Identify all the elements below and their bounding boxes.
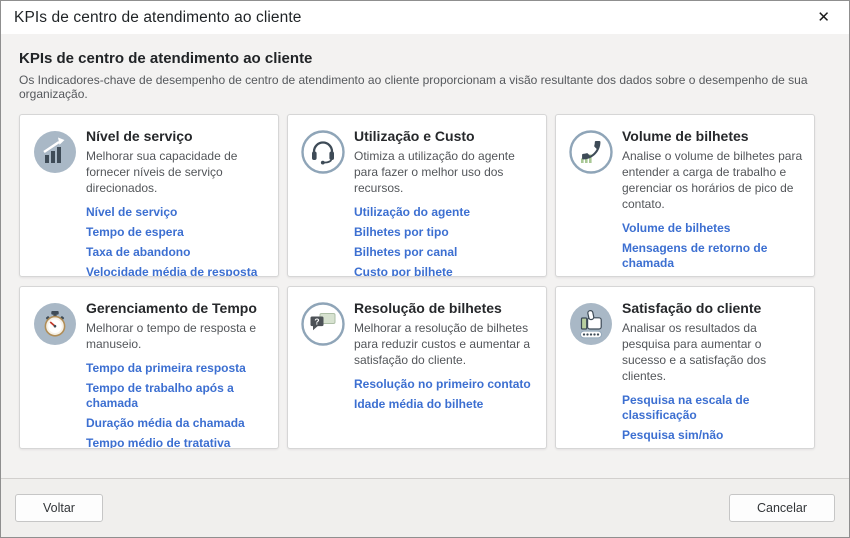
kpi-link[interactable]: Bilhetes por canal: [354, 245, 536, 260]
chat-question-icon: ?: [301, 302, 345, 346]
kpi-link[interactable]: Pesquisa de múltipla escolha: [622, 448, 804, 449]
kpi-link[interactable]: Custo por bilhete: [354, 265, 536, 277]
kpi-link[interactable]: Pesquisa sim/não: [622, 428, 804, 443]
kpi-card-ticket-resolution: ? Resolução de bilhetes Melhorar a resol…: [287, 286, 547, 449]
stopwatch-icon: [33, 302, 77, 346]
card-title: Nível de serviço: [86, 128, 268, 144]
kpi-card-utilization-cost: Utilização e Custo Otimiza a utilização …: [287, 114, 547, 277]
card-description: Melhorar a resolução de bilhetes para re…: [354, 320, 536, 368]
close-icon[interactable]: ✕: [811, 8, 836, 27]
kpi-card-service-level: Nível de serviço Melhorar sua capacidade…: [19, 114, 279, 277]
kpi-link[interactable]: Mensagens de retorno de chamada: [622, 241, 804, 271]
kpi-card-grid: Nível de serviço Melhorar sua capacidade…: [19, 114, 831, 449]
dialog-footer: Voltar Cancelar: [1, 478, 849, 537]
kpi-dialog: KPIs de centro de atendimento ao cliente…: [0, 0, 850, 538]
bar-chart-trend-icon: [33, 130, 77, 174]
kpi-link[interactable]: Utilização do agente: [354, 205, 536, 220]
card-title: Resolução de bilhetes: [354, 300, 536, 316]
phone-volume-icon: [569, 130, 613, 174]
card-title: Gerenciamento de Tempo: [86, 300, 268, 316]
kpi-card-customer-satisfaction: Satisfação do cliente Analisar os result…: [555, 286, 815, 449]
kpi-link[interactable]: Tempo de trabalho após a chamada: [86, 381, 268, 411]
kpi-link[interactable]: Resolução no primeiro contato: [354, 377, 536, 392]
card-description: Analise o volume de bilhetes para entend…: [622, 148, 804, 212]
kpi-link[interactable]: Tráfego de horário de pico: [622, 276, 804, 277]
kpi-link[interactable]: Tempo médio de tratativa: [86, 436, 268, 449]
card-title: Utilização e Custo: [354, 128, 536, 144]
dialog-content: KPIs de centro de atendimento ao cliente…: [1, 34, 849, 478]
kpi-link[interactable]: Idade média do bilhete: [354, 397, 536, 412]
kpi-link[interactable]: Nível de serviço: [86, 205, 268, 220]
dialog-titlebar: KPIs de centro de atendimento ao cliente…: [1, 1, 849, 34]
card-description: Analisar os resultados da pesquisa para …: [622, 320, 804, 384]
thumbs-up-rating-icon: [569, 302, 613, 346]
kpi-link[interactable]: Pesquisa na escala de classificação: [622, 393, 804, 423]
svg-text:?: ?: [314, 316, 319, 326]
kpi-link[interactable]: Velocidade média de resposta: [86, 265, 268, 277]
back-button[interactable]: Voltar: [15, 494, 103, 522]
headset-icon: [301, 130, 345, 174]
page-title: KPIs de centro de atendimento ao cliente: [19, 50, 831, 67]
kpi-link[interactable]: Tempo de espera: [86, 225, 268, 240]
cancel-button[interactable]: Cancelar: [729, 494, 835, 522]
kpi-card-ticket-volume: Volume de bilhetes Analise o volume de b…: [555, 114, 815, 277]
dialog-title: KPIs de centro de atendimento ao cliente: [14, 9, 302, 27]
kpi-link[interactable]: Taxa de abandono: [86, 245, 268, 260]
card-title: Volume de bilhetes: [622, 128, 804, 144]
card-description: Melhorar sua capacidade de fornecer níve…: [86, 148, 268, 196]
kpi-link[interactable]: Duração média da chamada: [86, 416, 268, 431]
kpi-link[interactable]: Tempo da primeira resposta: [86, 361, 268, 376]
page-subtitle: Os Indicadores-chave de desempenho de ce…: [19, 73, 831, 101]
card-title: Satisfação do cliente: [622, 300, 804, 316]
kpi-link[interactable]: Volume de bilhetes: [622, 221, 804, 236]
card-description: Melhorar o tempo de resposta e manuseio.: [86, 320, 268, 352]
kpi-card-time-management: Gerenciamento de Tempo Melhorar o tempo …: [19, 286, 279, 449]
kpi-link[interactable]: Bilhetes por tipo: [354, 225, 536, 240]
card-description: Otimiza a utilização do agente para faze…: [354, 148, 536, 196]
